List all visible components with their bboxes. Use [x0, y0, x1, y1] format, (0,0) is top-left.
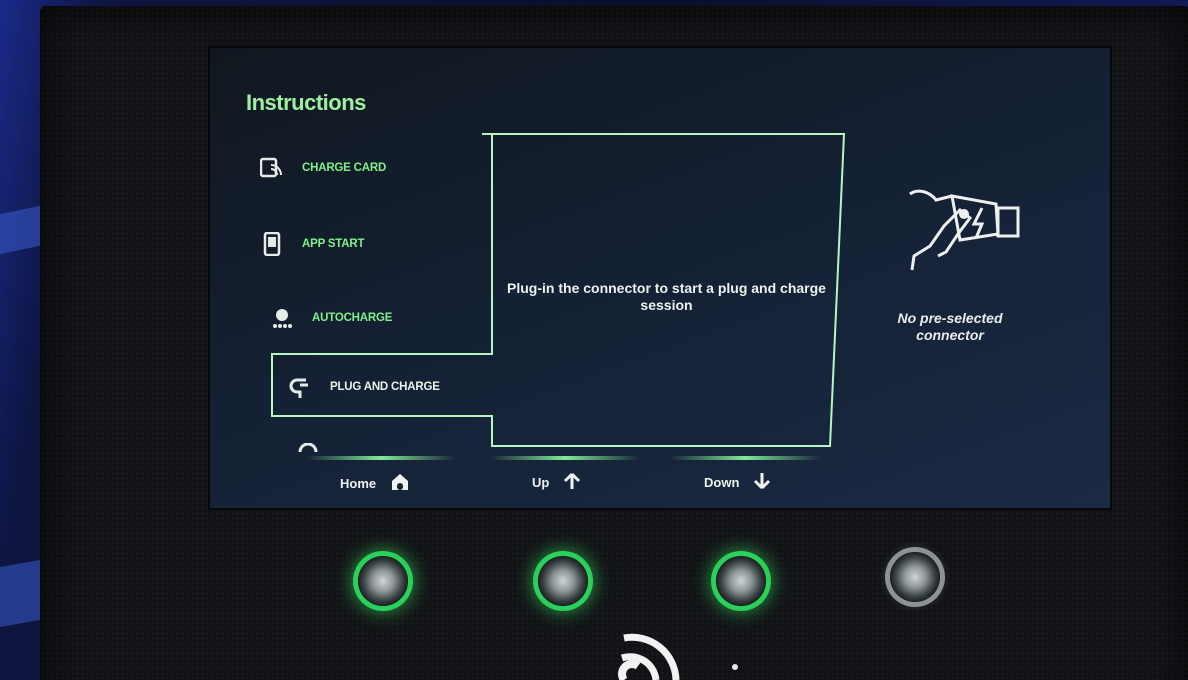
down-label: Down	[704, 475, 740, 490]
menu-item-label: PLUG AND CHARGE	[330, 381, 440, 393]
selection-outline	[271, 133, 846, 447]
physical-down-button[interactable]	[716, 556, 766, 606]
menu-item-label: AUTOCHARGE	[312, 312, 393, 324]
physical-home-button[interactable]	[358, 556, 408, 606]
menu-item-label: CHARGE CARD	[302, 162, 387, 174]
page-title: Instructions	[246, 90, 366, 115]
home-button-label[interactable]: Home	[340, 472, 410, 495]
indicator-dot	[732, 664, 738, 670]
charger-display: Instructions CHARGE CARD APP START AUTOC…	[208, 46, 1112, 510]
menu-item-autocharge[interactable]: AUTOCHARGE	[270, 306, 392, 330]
physical-up-button[interactable]	[538, 556, 588, 606]
nav-highlight-home	[306, 456, 456, 460]
home-icon	[390, 472, 410, 495]
autocharge-icon	[270, 306, 294, 330]
up-button-label[interactable]: Up	[532, 472, 581, 493]
physical-fourth-button[interactable]	[890, 552, 940, 602]
home-label: Home	[340, 476, 377, 491]
ev-connector-icon	[909, 189, 1020, 271]
instruction-message: Plug-in the connector to start a plug an…	[507, 280, 826, 313]
down-button-label[interactable]: Down	[704, 472, 771, 493]
charge-card-icon	[260, 156, 284, 180]
charging-station-photo: Instructions CHARGE CARD APP START AUTOC…	[0, 0, 1188, 680]
menu-item-label: APP START	[302, 238, 365, 250]
phone-icon	[260, 232, 284, 256]
nav-highlight-down	[670, 456, 820, 460]
plug-icon	[288, 375, 312, 399]
menu-item-app-start[interactable]: APP START	[260, 232, 365, 256]
nav-highlight-up	[490, 456, 640, 460]
connector-status: No pre-selected connector	[897, 310, 1003, 343]
menu-item-plug-and-charge[interactable]: PLUG AND CHARGE	[288, 375, 440, 399]
menu-item-charge-card[interactable]: CHARGE CARD	[260, 156, 386, 180]
arrow-up-icon	[563, 472, 581, 493]
contactless-icon	[618, 633, 680, 680]
arrow-down-icon	[753, 472, 771, 493]
up-label: Up	[532, 475, 550, 490]
